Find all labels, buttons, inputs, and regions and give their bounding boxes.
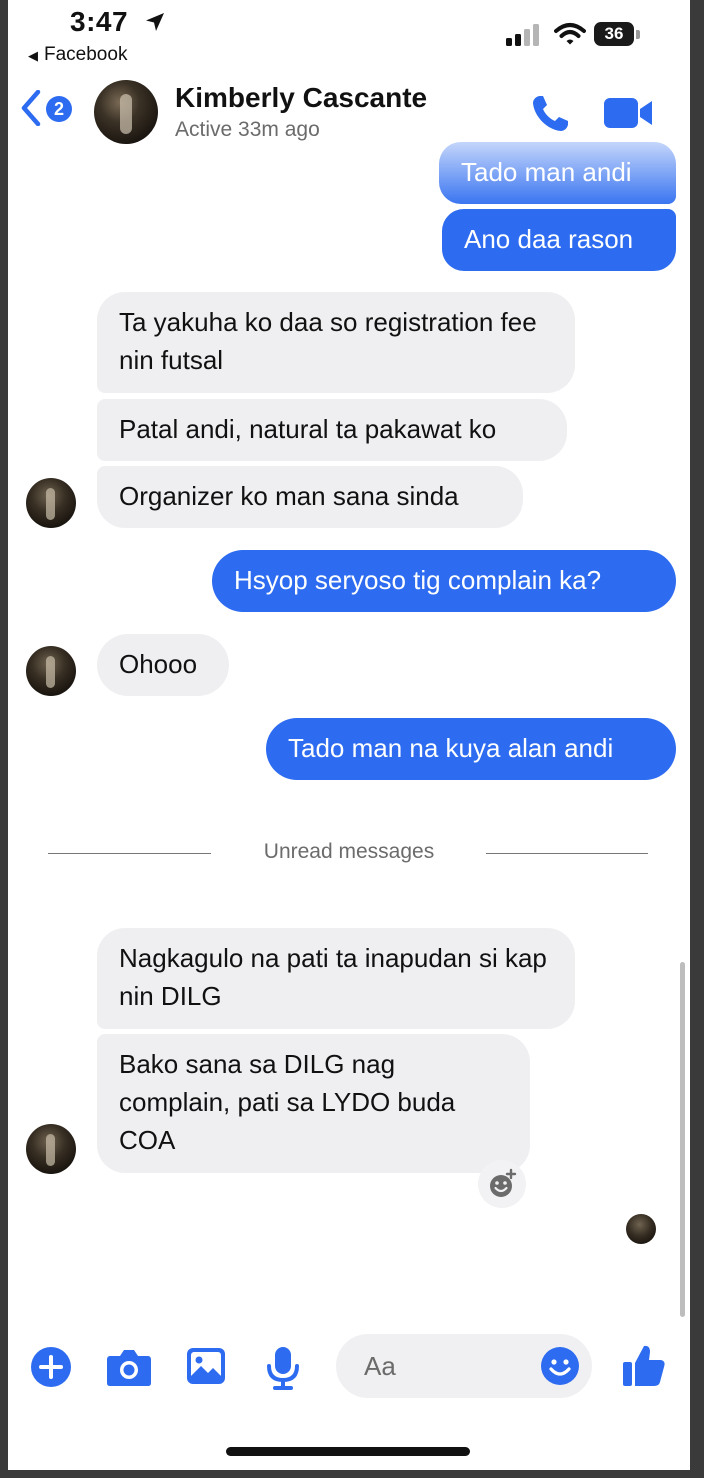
plus-icon	[31, 1347, 71, 1387]
voice-message-button[interactable]	[266, 1346, 300, 1395]
chevron-left-icon	[21, 90, 41, 126]
add-reaction-icon	[490, 1168, 517, 1197]
audio-call-button[interactable]	[528, 92, 572, 141]
scrollbar[interactable]	[680, 962, 685, 1317]
message-bubble-incoming[interactable]: Nagkagulo na pati ta inapudan si kap nin…	[97, 928, 575, 1029]
message-bubble-outgoing[interactable]: Hsyop seryoso tig complain ka?	[212, 550, 676, 612]
back-to-facebook-link[interactable]: ◀ Facebook	[28, 44, 127, 66]
phone-icon	[533, 96, 568, 131]
clock: 3:47	[70, 6, 129, 37]
message-input-placeholder: Aa	[364, 1351, 396, 1381]
battery-icon: 36	[594, 22, 634, 46]
contact-avatar-header[interactable]	[94, 80, 158, 144]
contact-active-status: Active 33m ago	[175, 118, 320, 141]
message-bubble-incoming[interactable]: Bako sana sa DILG nag complain, pati sa …	[97, 1034, 530, 1173]
messenger-screen: Tado man andi Ano daa rason Ta yakuha ko…	[8, 0, 690, 1470]
video-call-button[interactable]	[604, 96, 654, 135]
seen-receipt-avatar	[626, 1214, 656, 1244]
message-bubble-incoming[interactable]: Patal andi, natural ta pakawat ko	[97, 399, 567, 461]
microphone-icon	[267, 1347, 299, 1390]
emoji-button[interactable]	[540, 1346, 580, 1391]
home-indicator[interactable]	[226, 1447, 470, 1456]
message-bubble-outgoing[interactable]: Tado man na kuya alan andi	[266, 718, 676, 780]
camera-icon	[107, 1350, 151, 1386]
message-bubble-outgoing[interactable]: Tado man andi	[439, 142, 676, 204]
status-bar: 3:47 ◀ Facebook 36	[8, 0, 690, 72]
contact-avatar[interactable]	[26, 478, 76, 528]
image-icon	[187, 1348, 225, 1384]
emoji-icon	[541, 1347, 579, 1385]
back-button[interactable]: 2	[20, 90, 80, 130]
conversation-header: 2 Kimberly Cascante Active 33m ago	[8, 72, 690, 150]
unread-messages-label: Unread messages	[263, 840, 435, 863]
location-arrow-icon	[146, 13, 164, 31]
plus-button[interactable]	[30, 1346, 72, 1393]
message-bubble-incoming[interactable]: Ta yakuha ko daa so registration fee nin…	[97, 292, 575, 393]
message-bubble-outgoing[interactable]: Ano daa rason	[442, 209, 676, 271]
battery-nub	[636, 30, 640, 39]
signal-icon	[506, 24, 539, 46]
wifi-icon	[554, 23, 586, 45]
add-reaction-button[interactable]	[478, 1160, 526, 1208]
back-triangle-icon: ◀	[28, 48, 38, 63]
back-app-label: Facebook	[44, 44, 128, 65]
contact-avatar[interactable]	[26, 1124, 76, 1174]
unread-count-badge: 2	[46, 96, 72, 122]
battery-level: 36	[604, 24, 624, 43]
camera-button[interactable]	[106, 1346, 152, 1393]
message-input[interactable]: Aa	[336, 1334, 592, 1398]
contact-avatar[interactable]	[26, 646, 76, 696]
video-icon	[604, 98, 652, 128]
thumbs-up-icon	[623, 1345, 665, 1386]
gallery-button[interactable]	[186, 1346, 226, 1391]
message-bubble-incoming[interactable]: Organizer ko man sana sinda	[97, 466, 523, 528]
like-button[interactable]	[622, 1342, 666, 1393]
message-composer: Aa	[8, 1330, 690, 1410]
divider-line-right	[486, 853, 648, 854]
message-bubble-incoming[interactable]: Ohooo	[97, 634, 229, 696]
contact-name[interactable]: Kimberly Cascante	[175, 82, 427, 114]
